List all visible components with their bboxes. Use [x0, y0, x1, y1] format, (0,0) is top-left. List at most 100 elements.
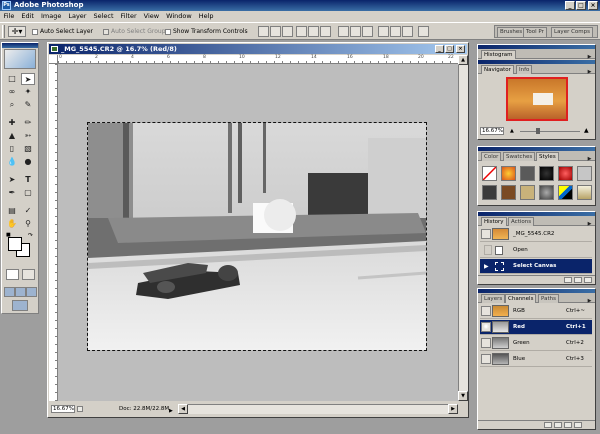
style-swatch[interactable]	[501, 185, 516, 200]
distribute-horizontal-center-icon[interactable]	[390, 26, 401, 37]
type-tool-icon[interactable]: T	[21, 174, 35, 186]
status-info-icon[interactable]	[77, 406, 83, 412]
close-button[interactable]: ×	[588, 1, 598, 10]
tab-navigator[interactable]: Navigator	[481, 65, 514, 74]
style-swatch[interactable]	[539, 185, 554, 200]
style-swatch[interactable]	[558, 185, 573, 200]
tab-swatches[interactable]: Swatches	[503, 152, 536, 161]
new-document-from-state-icon[interactable]	[564, 277, 572, 283]
palette-well-tab-layer-comps[interactable]: Layer Comps	[551, 27, 594, 37]
align-vertical-center-icon[interactable]	[270, 26, 281, 37]
history-state-slot[interactable]	[484, 245, 492, 255]
style-none[interactable]	[482, 166, 497, 181]
style-swatch[interactable]	[520, 166, 535, 181]
menu-select[interactable]: Select	[90, 11, 117, 22]
navigator-thumbnail[interactable]	[506, 77, 568, 121]
eraser-tool-icon[interactable]: ▯	[5, 143, 19, 155]
style-swatch[interactable]	[482, 185, 497, 200]
status-menu-arrow-icon[interactable]: ▶	[169, 406, 173, 416]
horizontal-ruler[interactable]: 0 2 4 6 8 10 12 14 16 18 20 22	[58, 55, 458, 64]
standard-mode-icon[interactable]	[6, 269, 19, 280]
distribute-bottom-icon[interactable]	[362, 26, 373, 37]
pen-tool-icon[interactable]: ✒	[5, 187, 19, 199]
full-screen-mode-icon[interactable]	[26, 287, 37, 297]
standard-screen-mode-icon[interactable]	[4, 287, 15, 297]
brush-tool-icon[interactable]: ✏	[21, 117, 35, 129]
adobe-online-logo[interactable]	[4, 49, 36, 69]
doc-minimize-button[interactable]: _	[435, 45, 444, 53]
scroll-left-icon[interactable]: ◀	[178, 404, 188, 414]
path-selection-tool-icon[interactable]: ➤	[5, 174, 19, 186]
channel-row-blue[interactable]: Blue Ctrl+3	[480, 352, 592, 367]
tab-color[interactable]: Color	[481, 152, 502, 161]
full-screen-menu-mode-icon[interactable]	[15, 287, 26, 297]
palette-menu-icon[interactable]: ▶	[586, 69, 593, 76]
move-tool-preset-icon[interactable]: ✛▾	[8, 26, 26, 37]
clone-stamp-tool-icon[interactable]: ▲	[5, 130, 19, 142]
load-channel-as-selection-icon[interactable]	[544, 422, 552, 428]
zoom-in-icon[interactable]: ▲	[584, 128, 591, 134]
show-transform-controls-checkbox[interactable]	[165, 29, 171, 35]
palette-well-tab-tool-presets[interactable]: Tool Pr	[523, 27, 547, 37]
tab-paths[interactable]: Paths	[538, 294, 559, 303]
menu-filter[interactable]: Filter	[117, 11, 140, 22]
palette-menu-icon[interactable]: ▶	[586, 156, 593, 163]
vertical-ruler[interactable]	[49, 64, 58, 401]
align-right-icon[interactable]	[320, 26, 331, 37]
save-selection-as-channel-icon[interactable]	[554, 422, 562, 428]
shape-tool-icon[interactable]: ▢	[21, 187, 35, 199]
history-brush-source-icon[interactable]	[481, 229, 491, 239]
navigator-zoom-slider-thumb[interactable]	[536, 128, 540, 134]
tab-info[interactable]: Info	[516, 65, 533, 74]
swap-colors-icon[interactable]: ↷	[28, 233, 35, 239]
dodge-tool-icon[interactable]: ●	[21, 156, 35, 168]
lasso-tool-icon[interactable]: ∞	[5, 86, 19, 98]
tab-layers[interactable]: Layers	[481, 294, 506, 303]
style-swatch[interactable]	[501, 166, 516, 181]
auto-align-icon[interactable]	[418, 26, 429, 37]
style-swatch[interactable]	[558, 166, 573, 181]
history-brush-tool-icon[interactable]: ➳	[21, 130, 35, 142]
delete-state-icon[interactable]	[584, 277, 592, 283]
canvas-area[interactable]	[58, 64, 458, 401]
menu-help[interactable]: Help	[195, 11, 217, 22]
visibility-toggle[interactable]	[481, 306, 491, 316]
ruler-origin[interactable]	[49, 55, 58, 64]
menu-file[interactable]: File	[0, 11, 18, 22]
zoom-out-icon[interactable]: ▲	[510, 128, 517, 134]
marquee-tool-icon[interactable]: □	[5, 73, 19, 85]
align-left-icon[interactable]	[296, 26, 307, 37]
zoom-tool-icon[interactable]: ⚲	[21, 218, 35, 230]
tab-histogram[interactable]: Histogram	[481, 50, 516, 59]
new-snapshot-icon[interactable]	[574, 277, 582, 283]
delete-channel-icon[interactable]	[574, 422, 582, 428]
align-bottom-icon[interactable]	[282, 26, 293, 37]
options-grip[interactable]	[2, 25, 5, 38]
crop-tool-icon[interactable]: ⌕	[5, 99, 19, 111]
notes-tool-icon[interactable]: ▤	[5, 205, 19, 217]
jump-to-imageready-icon[interactable]	[12, 300, 28, 311]
gradient-tool-icon[interactable]: ▧	[21, 143, 35, 155]
auto-select-layer-checkbox[interactable]	[32, 29, 38, 35]
zoom-level-field[interactable]: 16.67%	[51, 405, 75, 413]
doc-close-button[interactable]: ×	[456, 45, 465, 53]
scroll-down-icon[interactable]: ▼	[458, 391, 468, 401]
scroll-up-icon[interactable]: ▲	[458, 55, 468, 65]
vertical-scrollbar[interactable]: ▲ ▼	[458, 55, 468, 401]
style-swatch[interactable]	[539, 166, 554, 181]
menu-layer[interactable]: Layer	[65, 11, 90, 22]
visibility-toggle[interactable]	[481, 338, 491, 348]
new-channel-icon[interactable]	[564, 422, 572, 428]
move-tool-icon[interactable]: ➤	[21, 73, 35, 85]
magic-wand-tool-icon[interactable]: ✦	[21, 86, 35, 98]
document-image[interactable]	[87, 122, 427, 351]
distribute-top-icon[interactable]	[338, 26, 349, 37]
doc-maximize-button[interactable]: □	[445, 45, 454, 53]
healing-brush-tool-icon[interactable]: ✚	[5, 117, 19, 129]
menu-image[interactable]: Image	[37, 11, 64, 22]
style-swatch[interactable]	[577, 166, 592, 181]
horizontal-scrollbar[interactable]: ◀ ▶	[178, 404, 458, 414]
toolbox-title-bar[interactable]	[2, 43, 38, 48]
distribute-right-icon[interactable]	[402, 26, 413, 37]
distribute-vertical-center-icon[interactable]	[350, 26, 361, 37]
